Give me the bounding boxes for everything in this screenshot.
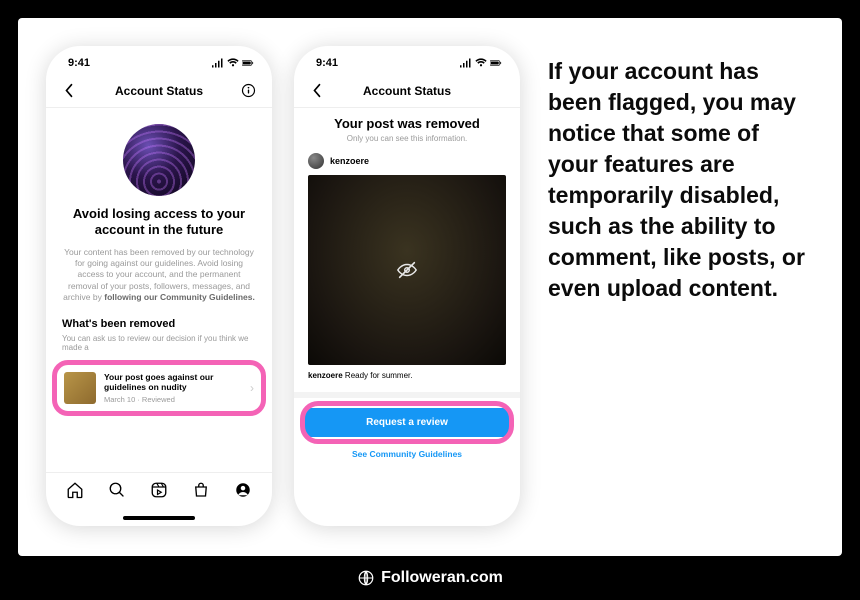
page-title: Account Status — [115, 84, 203, 98]
wifi-icon — [227, 58, 239, 68]
nav-spacer — [488, 82, 506, 100]
nav-bar: Account Status — [46, 74, 272, 108]
eye-slash-icon — [396, 259, 418, 281]
footer-watermark: Followeran.com — [18, 556, 842, 600]
page-title: Account Status — [363, 84, 451, 98]
globe-icon — [357, 569, 375, 587]
nav-bar: Account Status — [294, 74, 520, 108]
wifi-icon — [475, 58, 487, 68]
signal-icon — [212, 58, 224, 68]
caption-username: kenzoere — [308, 371, 343, 380]
community-guidelines-link[interactable]: See Community Guidelines — [294, 449, 520, 459]
status-icons — [212, 58, 254, 68]
review-button-highlight: Request a review — [304, 408, 510, 437]
section-divider — [294, 392, 520, 398]
headline: Your post was removed — [310, 116, 504, 131]
section-sub: You can ask us to review our decision if… — [62, 334, 256, 352]
profile-icon — [234, 481, 252, 499]
post-caption: kenzoere Ready for summer. — [294, 365, 520, 386]
phone-post-removed: 9:41 Account Status Your post was rem — [294, 46, 520, 526]
tab-home[interactable] — [66, 481, 84, 504]
home-icon — [66, 481, 84, 499]
hero-graphic — [123, 124, 195, 196]
phone-mockups: 9:41 Account Status — [46, 46, 520, 526]
battery-icon — [242, 58, 254, 68]
clock: 9:41 — [68, 57, 90, 69]
violation-title: Your post goes against our guidelines on… — [104, 372, 242, 392]
avatar — [308, 153, 324, 169]
status-bar: 9:41 — [294, 46, 520, 74]
back-button[interactable] — [60, 82, 78, 100]
phone-account-status: 9:41 Account Status — [46, 46, 272, 526]
request-review-button[interactable]: Request a review — [304, 408, 510, 437]
status-icons — [460, 58, 502, 68]
brand-name: Followeran.com — [381, 569, 503, 587]
reels-icon — [150, 481, 168, 499]
search-icon — [108, 481, 126, 499]
headline: Avoid losing access to your account in t… — [62, 206, 256, 239]
clock: 9:41 — [316, 57, 338, 69]
back-button[interactable] — [308, 82, 326, 100]
post-thumbnail — [64, 372, 96, 404]
removed-item-row[interactable]: Your post goes against our guidelines on… — [56, 366, 262, 410]
post-author-row[interactable]: kenzoere — [294, 145, 520, 175]
removed-header: Your post was removed Only you can see t… — [294, 108, 520, 145]
tab-reels[interactable] — [150, 481, 168, 504]
info-icon — [241, 83, 256, 98]
home-indicator — [123, 516, 195, 520]
chevron-left-icon — [64, 83, 74, 98]
sub-text: Only you can see this information. — [310, 134, 504, 143]
explainer-text: If your account has been flagged, you ma… — [536, 46, 814, 304]
chevron-left-icon — [312, 83, 322, 98]
section-heading: What's been removed — [62, 318, 256, 330]
tab-bar — [46, 472, 272, 512]
battery-icon — [490, 58, 502, 68]
chevron-right-icon: › — [250, 381, 254, 395]
tab-search[interactable] — [108, 481, 126, 504]
content-card: 9:41 Account Status — [18, 18, 842, 556]
explainer-paragraph: If your account has been flagged, you ma… — [548, 56, 808, 304]
tab-shop[interactable] — [192, 481, 210, 504]
body-text: Your content has been removed by our tec… — [62, 247, 256, 304]
community-guidelines-link[interactable]: following our Community Guidelines. — [104, 292, 255, 302]
tab-profile[interactable] — [234, 481, 252, 504]
scroll-content: Avoid losing access to your account in t… — [46, 108, 272, 472]
signal-icon — [460, 58, 472, 68]
removed-post-image — [308, 175, 506, 365]
caption-text: Ready for summer. — [343, 371, 413, 380]
status-bar: 9:41 — [46, 46, 272, 74]
violation-meta: March 10 · Reviewed — [104, 395, 242, 404]
info-button[interactable] — [240, 82, 258, 100]
shop-icon — [192, 481, 210, 499]
removed-item-highlight: Your post goes against our guidelines on… — [56, 366, 262, 410]
username: kenzoere — [330, 156, 369, 166]
